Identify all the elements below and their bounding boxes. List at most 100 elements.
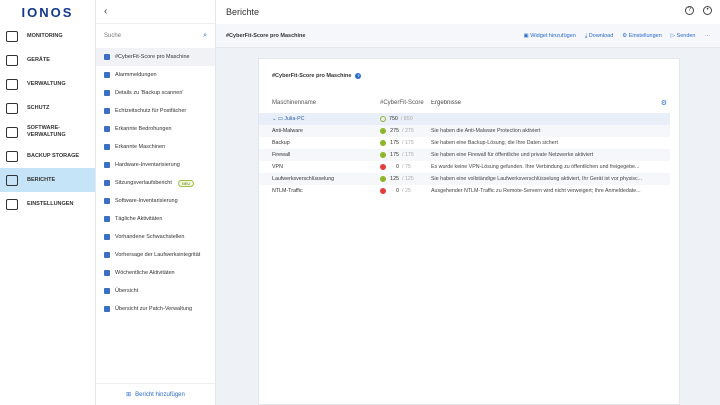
nav-label: BACKUP STORAGE xyxy=(27,152,80,159)
nav-item-5[interactable]: BACKUP STORAGE xyxy=(0,144,95,168)
table-row[interactable]: Laufwerksverschlüsselung 125/ 125 Sie habe… xyxy=(259,173,670,185)
nav-item-4[interactable]: SOFTWARE-VERWALTUNG xyxy=(0,120,95,144)
report-icon xyxy=(104,198,110,204)
max-score: 275 xyxy=(404,128,414,134)
gauge-icon xyxy=(6,30,18,42)
check-name: Firewall xyxy=(272,152,291,158)
score-ring-icon xyxy=(380,116,386,122)
check-name: Anti-Malware xyxy=(272,128,303,134)
nav-label: BERICHTE xyxy=(27,176,56,183)
col-machine: Maschinenname xyxy=(272,100,317,106)
download-button[interactable]: ⤓ Download xyxy=(585,33,613,40)
main-nav: IONOS MONITORING GERÄTE VERWALTUNG SCHUTZ SO… xyxy=(0,0,96,405)
report-item[interactable]: Software-Inventarisierung xyxy=(96,192,215,210)
report-item[interactable]: Sitzungsverlaufsbericht NEU xyxy=(96,174,215,192)
report-item[interactable]: Tägliche Aktivitäten xyxy=(96,210,215,228)
send-button[interactable]: ▷ Senden xyxy=(671,33,696,39)
nav-label: EINSTELLUNGEN xyxy=(27,200,74,207)
table-row[interactable]: VPN 0/ 75 Es wurde keine VPN-Lösung gefund… xyxy=(259,161,670,173)
settings-button[interactable]: ⚙ Einstellungen xyxy=(622,33,662,39)
report-label: Vorhersage der Laufwerksintegrität xyxy=(115,252,201,258)
info-icon[interactable]: ? xyxy=(355,73,362,79)
add-widget-button[interactable]: ▣ Widget hinzufügen xyxy=(524,33,576,39)
report-item[interactable]: #CyberFit-Score pro Maschine xyxy=(96,48,215,66)
page-title: Berichte xyxy=(226,7,260,17)
help-icon[interactable]: ? xyxy=(685,6,694,15)
check-name: NTLM-Traffic xyxy=(272,188,303,194)
report-label: Alarmmeldungen xyxy=(115,72,157,78)
report-item[interactable]: Echtzeitschutz für Postfächer xyxy=(96,102,215,120)
nav-item-6[interactable]: BERICHTE xyxy=(0,168,95,192)
new-badge: NEU xyxy=(177,179,195,187)
plus-icon: ⊞ xyxy=(126,392,132,398)
report-item[interactable]: Übersicht zur Patch-Verwaltung xyxy=(96,300,215,318)
more-button[interactable]: ··· xyxy=(705,33,711,39)
account-icon[interactable]: • xyxy=(703,6,712,15)
reports-panel: ‹ Suche ⌕ #CyberFit-Score pro Maschine Ala… xyxy=(96,0,216,405)
result-text: Sie haben eine Backup-Lösung, die Ihre D… xyxy=(431,140,558,146)
drive-icon xyxy=(6,150,18,162)
error-icon xyxy=(380,164,386,170)
check-name: Laufwerksverschlüsselung xyxy=(272,176,335,182)
nav-item-3[interactable]: SCHUTZ xyxy=(0,96,95,120)
report-icon xyxy=(104,216,110,222)
shield-icon xyxy=(6,102,18,114)
search-icon[interactable]: ⌕ xyxy=(203,32,207,40)
report-item[interactable]: Erkannte Bedrohungen xyxy=(96,120,215,138)
report-item[interactable]: Erkannte Maschinen xyxy=(96,138,215,156)
report-icon xyxy=(104,252,110,258)
table-header: Maschinenname #CyberFit-Score Ergebnisse… xyxy=(259,93,679,113)
check-icon xyxy=(380,176,386,182)
col-results: Ergebnisse xyxy=(431,100,462,106)
report-label: Tägliche Aktivitäten xyxy=(115,216,163,222)
score: 0 xyxy=(396,164,399,170)
report-icon xyxy=(104,144,110,150)
score: 175 xyxy=(390,152,399,158)
report-item[interactable]: Übersicht xyxy=(96,282,215,300)
table-row[interactable]: Anti-Malware 275/ 275 Sie haben die Anti-M… xyxy=(259,125,670,137)
toolbar: #CyberFit-Score pro Maschine ▣ Widget hi… xyxy=(216,24,720,48)
max-score: 125 xyxy=(404,176,414,182)
max-score: 175 xyxy=(404,152,414,158)
table-row[interactable]: Firewall 175/ 175 Sie haben eine Firewall … xyxy=(259,149,670,161)
result-text: Ausgehender NTLM-Traffic zu Remote-Serve… xyxy=(431,188,641,194)
report-item[interactable]: Details zu 'Backup scannen' xyxy=(96,84,215,102)
result-text: Sie haben eine Firewall für öffentliche … xyxy=(431,152,594,158)
add-report-button[interactable]: ⊞ Bericht hinzufügen xyxy=(96,383,215,405)
report-label: Software-Inventarisierung xyxy=(115,198,178,204)
report-label: #CyberFit-Score pro Maschine xyxy=(115,54,190,60)
table-row[interactable]: Backup 175/ 175 Sie haben eine Backup-Lösu… xyxy=(259,137,670,149)
score: 750 xyxy=(389,116,398,122)
nav-item-7[interactable]: EINSTELLUNGEN xyxy=(0,192,95,216)
logo: IONOS xyxy=(21,4,74,20)
result-text: Sie haben die Anti-Malware Protection ak… xyxy=(431,128,541,134)
nav-item-0[interactable]: MONITORING xyxy=(0,24,95,48)
report-label: Vorhandene Schwachstellen xyxy=(115,234,185,240)
report-item[interactable]: Wöchentliche Aktivitäten xyxy=(96,264,215,282)
machine-row[interactable]: ⌄ ▭ Julia-PC 750/ 850 xyxy=(259,113,670,125)
table-row[interactable]: NTLM-Traffic 0/ 25 Ausgehender NTLM-Traffi… xyxy=(259,185,670,197)
monitor-icon xyxy=(6,54,18,66)
nav-label: SOFTWARE-VERWALTUNG xyxy=(27,125,66,138)
report-icon xyxy=(104,288,110,294)
report-item[interactable]: Hardware-Inventarisierung xyxy=(96,156,215,174)
gear-icon[interactable]: ⚙ xyxy=(661,99,667,107)
report-item[interactable]: Vorhandene Schwachstellen xyxy=(96,228,215,246)
nav-item-2[interactable]: VERWALTUNG xyxy=(0,72,95,96)
error-icon xyxy=(380,188,386,194)
check-icon xyxy=(380,140,386,146)
report-item[interactable]: Alarmmeldungen xyxy=(96,66,215,84)
report-icon xyxy=(104,126,110,132)
report-label: Erkannte Maschinen xyxy=(115,144,166,150)
report-item[interactable]: Vorhersage der Laufwerksintegrität xyxy=(96,246,215,264)
report-icon xyxy=(6,174,18,186)
report-icon xyxy=(104,90,110,96)
report-icon xyxy=(104,162,110,168)
nav-item-1[interactable]: GERÄTE xyxy=(0,48,95,72)
result-text: Es wurde keine VPN-Lösung gefunden. Ihre… xyxy=(431,164,640,170)
add-report-label: Bericht hinzufügen xyxy=(135,391,185,398)
check-icon xyxy=(380,128,386,134)
search-input[interactable]: Suche ⌕ xyxy=(96,24,215,48)
score: 175 xyxy=(390,140,399,146)
back-button[interactable]: ‹ xyxy=(96,0,215,24)
